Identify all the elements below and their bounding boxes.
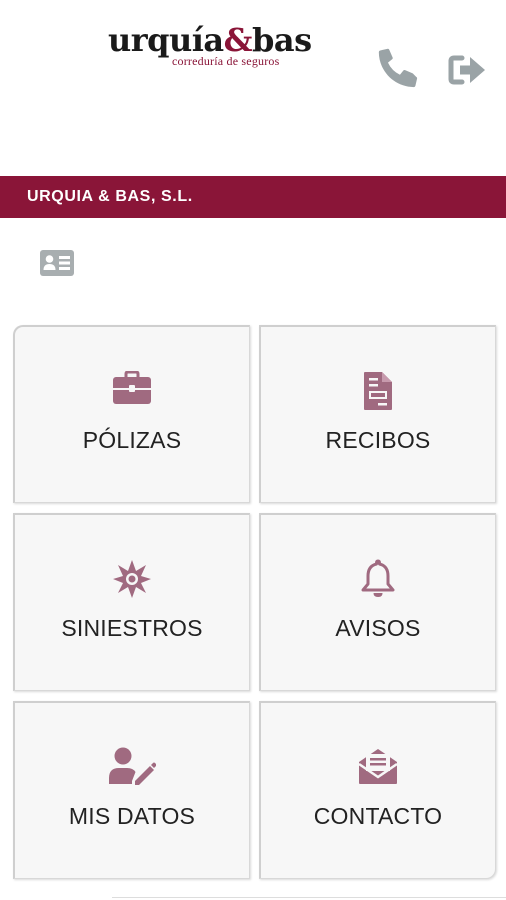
id-card-icon[interactable]: [40, 250, 74, 281]
menu-tile-avisos[interactable]: AVISOS: [259, 513, 496, 691]
company-name: URQUIA & BAS, S.L.: [27, 188, 193, 205]
logout-icon[interactable]: [448, 54, 486, 91]
menu-tile-label: CONTACTO: [313, 803, 443, 829]
menu-tile-label: RECIBOS: [325, 427, 431, 453]
company-banner: URQUIA & BAS, S.L.: [0, 176, 506, 218]
brand-logo: urquía&bas correduría de seguros: [108, 21, 324, 72]
bell-icon: [360, 559, 396, 604]
menu-tile-contacto[interactable]: CONTACTO: [259, 701, 496, 879]
menu-tile-label: PÓLIZAS: [82, 427, 182, 453]
menu-tile-label: AVISOS: [335, 615, 421, 641]
menu-tile-polizas[interactable]: PÓLIZAS: [13, 325, 250, 503]
burst-icon: [112, 559, 152, 604]
menu-tile-mis-datos[interactable]: MIS DATOS: [13, 701, 250, 879]
menu-tile-siniestros[interactable]: SINIESTROS: [13, 513, 250, 691]
open-envelope-icon: [358, 747, 398, 790]
menu-tile-recibos[interactable]: RECIBOS: [259, 325, 496, 503]
document-icon: [363, 371, 393, 416]
menu-tile-label: SINIESTROS: [61, 615, 203, 641]
logo-tagline: correduría de seguros: [172, 54, 280, 68]
divider: [112, 897, 506, 898]
briefcase-icon: [112, 370, 152, 410]
menu-tile-label: MIS DATOS: [68, 803, 196, 829]
user-edit-icon: [108, 747, 157, 790]
phone-icon[interactable]: [378, 48, 420, 95]
